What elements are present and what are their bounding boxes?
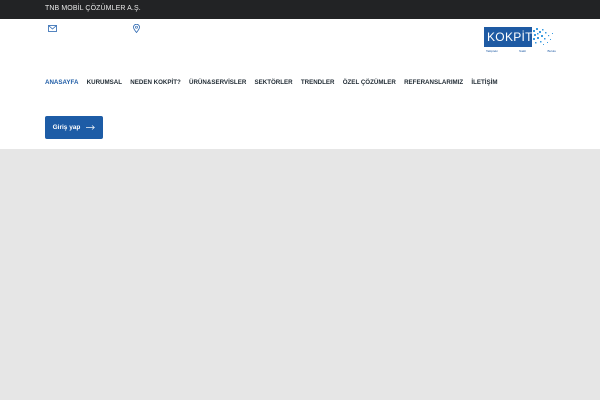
company-name: TNB MOBİL ÇÖZÜMLER A.Ş. xyxy=(45,5,141,12)
map-pin-icon[interactable] xyxy=(133,24,140,33)
nav-item-contact[interactable]: İLETİŞİM xyxy=(471,79,497,86)
site-header: KOKPİT Takipteki Nakit Bulutu ANASAYFA K… xyxy=(0,19,600,149)
logo-wordmark: KOKPİT xyxy=(484,27,532,47)
kokpit-logo[interactable]: KOKPİT Takipteki Nakit Bulutu xyxy=(484,27,556,55)
logo-tagline-word: Bulutu xyxy=(547,49,556,53)
nav-item-home[interactable]: ANASAYFA xyxy=(45,79,78,86)
top-bar: TNB MOBİL ÇÖZÜMLER A.Ş. xyxy=(0,0,600,19)
logo-dots-graphic xyxy=(533,28,553,45)
hero-content-area xyxy=(0,149,600,400)
login-button-label: Giriş yap xyxy=(52,124,81,131)
arrow-right-icon xyxy=(86,125,96,130)
logo-tagline-word: Takipteki xyxy=(486,49,498,53)
nav-item-trends[interactable]: TRENDLER xyxy=(301,79,335,86)
main-nav: ANASAYFA KURUMSAL NEDEN KOKPİT? ÜRÜN&SER… xyxy=(45,79,506,86)
nav-item-why-kokpit[interactable]: NEDEN KOKPİT? xyxy=(130,79,181,86)
logo-tagline-word: Nakit xyxy=(519,49,526,53)
nav-item-products-services[interactable]: ÜRÜN&SERVİSLER xyxy=(189,79,246,86)
nav-item-corporate[interactable]: KURUMSAL xyxy=(87,79,122,86)
nav-item-sectors[interactable]: SEKTÖRLER xyxy=(254,79,292,86)
login-button[interactable]: Giriş yap xyxy=(45,116,103,139)
envelope-icon[interactable] xyxy=(48,25,57,32)
nav-item-references[interactable]: REFERANSLARIMIZ xyxy=(404,79,463,86)
nav-item-custom-solutions[interactable]: ÖZEL ÇÖZÜMLER xyxy=(343,79,396,86)
logo-tagline: Takipteki Nakit Bulutu xyxy=(486,49,556,53)
